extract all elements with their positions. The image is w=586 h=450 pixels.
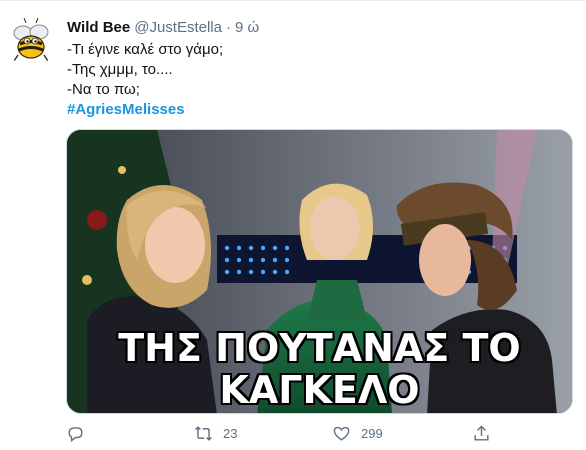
like-button[interactable]: 299 <box>332 421 383 445</box>
author-handle[interactable]: @JustEstella <box>134 19 222 36</box>
tweet-media-image[interactable]: ΤΗΣ ΠΟΥΤΑΝΑΣ ΤΟ ΚΑΓΚΕΛΟ <box>66 129 573 414</box>
retweet-icon <box>195 425 212 441</box>
tweet-line-2: -Της χμμμ, το.... <box>67 61 173 78</box>
tweet-header: Wild Bee @JustEstella · 9 ώ <box>67 18 259 38</box>
retweet-button[interactable]: 23 <box>194 421 237 445</box>
tweet-time[interactable]: 9 ώ <box>235 19 259 36</box>
tweet-line-3: -Να το πω; <box>67 81 140 98</box>
tweet-text: -Τι έγινε καλέ στο γάμο; -Της χμμμ, το..… <box>67 40 223 120</box>
share-icon <box>474 424 489 441</box>
hashtag-link[interactable]: #AgriesMelisses <box>67 101 185 118</box>
avatar[interactable] <box>6 17 56 67</box>
tweet-actions-bar: 23 299 <box>66 421 573 445</box>
heart-icon <box>333 426 350 441</box>
separator-dot: · <box>225 19 231 36</box>
tweet-card[interactable]: Wild Bee @JustEstella · 9 ώ -Τι έγινε καλέ … <box>0 0 586 450</box>
meme-caption-line-1: ΤΗΣ ΠΟΥΤΑΝΑΣ ΤΟ <box>118 326 521 370</box>
retweet-count: 23 <box>223 425 238 441</box>
tweet-line-1: -Τι έγινε καλέ στο γάμο; <box>67 41 224 58</box>
author-name[interactable]: Wild Bee <box>67 19 130 36</box>
share-button[interactable] <box>472 421 491 445</box>
reply-button[interactable] <box>66 421 85 445</box>
reply-icon <box>68 426 83 442</box>
like-count: 299 <box>361 425 383 441</box>
bee-avatar-image <box>6 17 56 67</box>
meme-caption-line-2: ΚΑΓΚΕΛΟ <box>219 368 420 412</box>
